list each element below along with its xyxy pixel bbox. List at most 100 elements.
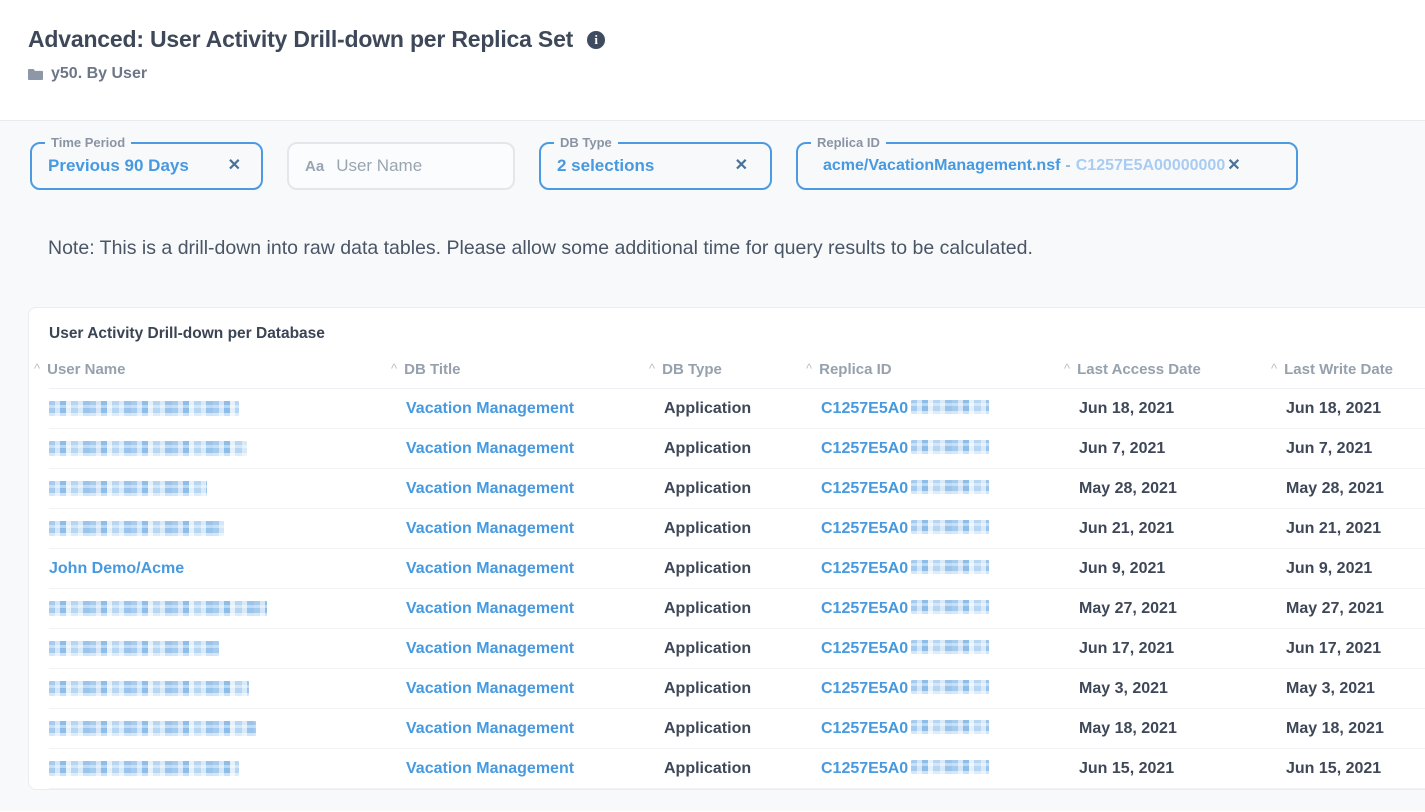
last-write-cell: Jun 9, 2021 — [1286, 549, 1425, 589]
db-title-link[interactable]: Vacation Management — [406, 560, 574, 577]
column-header-label: Last Access Date — [1077, 361, 1201, 378]
db-type-cell: Application — [664, 589, 821, 629]
column-header[interactable]: ^DB Title — [406, 355, 664, 389]
db-title-link[interactable]: Vacation Management — [406, 440, 574, 457]
breadcrumb-label: y50. By User — [51, 65, 147, 83]
user-name-cell — [49, 509, 406, 549]
main-content: Time Period Previous 90 Days ✕ Aa DB Typ… — [0, 121, 1425, 811]
last-write-cell: May 27, 2021 — [1286, 589, 1425, 629]
user-name-cell — [49, 589, 406, 629]
replica-id-link[interactable]: C1257E5A0 — [821, 720, 989, 737]
time-period-label: Time Period — [45, 135, 131, 151]
replica-id-link[interactable]: C1257E5A0 — [821, 640, 989, 657]
page-title: Advanced: User Activity Drill-down per R… — [28, 26, 573, 53]
db-type-cell: Application — [664, 509, 821, 549]
user-name-link[interactable]: John Demo/Acme — [49, 560, 184, 577]
replica-id-prefix: C1257E5A0 — [821, 480, 908, 497]
user-name-link[interactable] — [49, 680, 249, 697]
results-table: ^User Name^DB Title^DB Type^Replica ID^L… — [49, 355, 1425, 789]
column-header[interactable]: ^ User Name — [49, 355, 406, 389]
breadcrumb[interactable]: y50. By User — [28, 65, 1425, 83]
last-access-cell: Jun 9, 2021 — [1079, 549, 1286, 589]
text-type-icon: Aa — [305, 158, 324, 175]
replica-id-link[interactable]: C1257E5A0 — [821, 760, 989, 777]
redacted-user-name — [49, 641, 219, 656]
db-title-cell: Vacation Management — [406, 709, 664, 749]
db-title-link[interactable]: Vacation Management — [406, 400, 574, 417]
redacted-replica-id — [911, 640, 989, 654]
table-body: Vacation Management Application C1257E5A… — [49, 389, 1425, 789]
db-type-cell: Application — [664, 549, 821, 589]
db-type-cell: Application — [664, 669, 821, 709]
column-header[interactable]: ^DB Type — [664, 355, 821, 389]
sort-icon: ^ — [391, 361, 397, 376]
user-name-link[interactable] — [49, 600, 267, 617]
redacted-replica-id — [911, 760, 989, 774]
last-access-cell: Jun 18, 2021 — [1079, 389, 1286, 429]
last-write-cell: May 3, 2021 — [1286, 669, 1425, 709]
results-card: User Activity Drill-down per Database ^U… — [28, 307, 1425, 790]
sort-icon: ^ — [1064, 361, 1070, 376]
last-access-cell: May 3, 2021 — [1079, 669, 1286, 709]
replica-id-value-primary: acme/VacationManagement.nsf — [823, 157, 1060, 175]
user-name-cell — [49, 389, 406, 429]
user-name-link[interactable] — [49, 520, 224, 537]
db-type-cell: Application — [664, 749, 821, 789]
replica-id-link[interactable]: C1257E5A0 — [821, 440, 989, 457]
sort-icon: ^ — [1271, 361, 1277, 376]
db-title-link[interactable]: Vacation Management — [406, 640, 574, 657]
db-type-cell: Application — [664, 709, 821, 749]
user-name-input[interactable] — [334, 155, 488, 177]
column-header[interactable]: ^Replica ID — [821, 355, 1079, 389]
db-type-label: DB Type — [554, 135, 618, 151]
column-header[interactable]: ^ Last Access Date — [1079, 355, 1286, 389]
last-write-cell: Jun 18, 2021 — [1286, 389, 1425, 429]
db-title-link[interactable]: Vacation Management — [406, 480, 574, 497]
time-period-filter[interactable]: Time Period Previous 90 Days ✕ — [30, 142, 263, 190]
replica-id-link[interactable]: C1257E5A0 — [821, 560, 989, 577]
user-name-link[interactable] — [49, 720, 256, 737]
info-icon[interactable]: i — [587, 31, 605, 49]
last-access-cell: May 27, 2021 — [1079, 589, 1286, 629]
folder-icon — [28, 68, 43, 81]
column-header-label: User Name — [47, 361, 125, 378]
user-name-filter[interactable]: Aa — [287, 142, 515, 190]
replica-id-link[interactable]: C1257E5A0 — [821, 480, 989, 497]
user-name-link[interactable] — [49, 440, 247, 457]
replica-id-cell: C1257E5A0 — [821, 749, 1079, 789]
replica-id-filter[interactable]: Replica ID acme/VacationManagement.nsf -… — [796, 142, 1298, 190]
user-name-link[interactable] — [49, 400, 239, 417]
redacted-replica-id — [911, 600, 989, 614]
screen: Advanced: User Activity Drill-down per R… — [0, 0, 1425, 812]
db-title-link[interactable]: Vacation Management — [406, 720, 574, 737]
last-write-cell: May 28, 2021 — [1286, 469, 1425, 509]
db-type-cell: Application — [664, 469, 821, 509]
db-title-cell: Vacation Management — [406, 549, 664, 589]
user-name-link[interactable] — [49, 480, 207, 497]
db-title-link[interactable]: Vacation Management — [406, 520, 574, 537]
user-name-cell — [49, 429, 406, 469]
replica-id-link[interactable]: C1257E5A0 — [821, 520, 989, 537]
redacted-user-name — [49, 481, 207, 496]
redacted-user-name — [49, 721, 256, 736]
db-title-link[interactable]: Vacation Management — [406, 760, 574, 777]
db-type-clear-icon[interactable]: ✕ — [735, 158, 748, 174]
replica-id-link[interactable]: C1257E5A0 — [821, 680, 989, 697]
db-title-cell: Vacation Management — [406, 509, 664, 549]
replica-id-link[interactable]: C1257E5A0 — [821, 600, 989, 617]
replica-id-link[interactable]: C1257E5A0 — [821, 400, 989, 417]
user-name-link[interactable] — [49, 760, 239, 777]
user-name-link[interactable] — [49, 640, 219, 657]
time-period-clear-icon[interactable]: ✕ — [228, 158, 241, 174]
db-title-link[interactable]: Vacation Management — [406, 680, 574, 697]
column-header[interactable]: ^Last Write Date — [1286, 355, 1425, 389]
replica-id-cell: C1257E5A0 — [821, 509, 1079, 549]
column-header-label: DB Type — [662, 361, 722, 378]
db-type-cell: Application — [664, 629, 821, 669]
replica-id-prefix: C1257E5A0 — [821, 400, 908, 417]
replica-id-clear-icon[interactable]: ✕ — [1227, 158, 1240, 174]
redacted-user-name — [49, 521, 224, 536]
db-title-cell: Vacation Management — [406, 749, 664, 789]
db-title-link[interactable]: Vacation Management — [406, 600, 574, 617]
db-type-filter[interactable]: DB Type 2 selections ✕ — [539, 142, 772, 190]
